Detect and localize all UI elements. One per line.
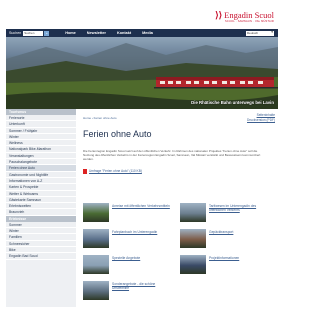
tile-link[interactable]: Gepäcktransport <box>209 230 269 234</box>
topic-tile[interactable]: Gepäcktransport <box>180 229 270 251</box>
download-link[interactable]: Umfrage "Ferien ohne Auto" (110 KB) <box>83 169 142 174</box>
intro-text: Die Ferienregion Engadin Scuol setzt auf… <box>83 149 261 162</box>
tile-thumbnail[interactable] <box>83 203 109 222</box>
page: ⟩⟩ Engadin Scuol SCUOL · SAMNAUN · VAL M… <box>6 2 278 307</box>
page-title: Ferien ohne Auto <box>83 129 152 139</box>
tile-link[interactable]: Sonderangebote - die schöne Umwelthilfe <box>112 282 172 291</box>
tile-thumbnail[interactable] <box>83 255 109 274</box>
header: ⟩⟩ Engadin Scuol SCUOL · SAMNAUN · VAL M… <box>6 2 278 26</box>
page-tools: Seiteninhalte Druckversion (PDF) <box>247 113 275 122</box>
sidebar: Tourismus Ferienorte Unterkunft Sommer / F… <box>6 109 76 307</box>
language-select[interactable]: Deutsch <box>246 30 274 36</box>
topic-tile[interactable]: Fahrplanbuch im Unterengadin <box>83 229 173 251</box>
tile-link[interactable]: Projektinformationen <box>209 256 269 260</box>
top-nav-bar: Suchen » Home Newsletter Kontakt Media D… <box>6 29 278 37</box>
main-content: Home › Ferien ohne Auto Seiteninhalte Dr… <box>83 112 275 307</box>
nav-item-media[interactable]: Media <box>142 31 153 35</box>
search-label: Suchen <box>9 31 22 35</box>
breadcrumb[interactable]: Home › Ferien ohne Auto <box>83 116 117 120</box>
logo-subtitle: SCUOL · SAMNAUN · VAL MÜSTAIR <box>224 20 274 23</box>
tile-link[interactable]: Spezielle Angebote <box>112 256 172 260</box>
search-go-button[interactable]: » <box>44 30 50 36</box>
tile-thumbnail[interactable] <box>83 281 109 300</box>
tile-thumbnail[interactable] <box>180 255 206 274</box>
topic-tile[interactable]: Projektinformationen <box>180 255 270 277</box>
topic-tile[interactable]: Spezielle Angebote <box>83 255 173 277</box>
tile-thumbnail[interactable] <box>180 229 206 248</box>
nav-menu: Home Newsletter Kontakt Media <box>65 31 164 35</box>
sidebar-item[interactable]: Engadin Bad Scuol <box>6 253 76 260</box>
hero-train-landscape <box>6 43 278 109</box>
tile-link[interactable]: Fahrplanbuch im Unterengadin <box>112 230 172 234</box>
pdf-icon <box>83 169 87 174</box>
nav-item-newsletter[interactable]: Newsletter <box>87 31 106 35</box>
topic-tile[interactable]: Anreise mit öffentlichen Verkehrsmitteln <box>83 203 173 225</box>
hero-caption: Die Rhätische Bahn unterwegs bei Lavin <box>191 100 274 105</box>
tile-link[interactable]: Tarifwesen im Unterengadin des öffentlic… <box>209 204 269 213</box>
search-input[interactable] <box>23 30 44 36</box>
logo-text: Engadin Scuol <box>224 10 274 20</box>
tile-thumbnail[interactable] <box>180 203 206 222</box>
topic-tile[interactable]: Sonderangebote - die schöne Umwelthilfe <box>83 281 173 303</box>
hero-image: Die Rhätische Bahn unterwegs bei Lavin <box>6 37 278 109</box>
tile-thumbnail[interactable] <box>83 229 109 248</box>
topic-tile[interactable]: Tarifwesen im Unterengadin des öffentlic… <box>180 203 270 225</box>
tile-link[interactable]: Anreise mit öffentlichen Verkehrsmitteln <box>112 204 172 208</box>
download-label: Umfrage "Ferien ohne Auto" (110 KB) <box>89 169 142 174</box>
logo-mark-icon: ⟩⟩ <box>215 10 223 20</box>
nav-item-kontakt[interactable]: Kontakt <box>117 31 131 35</box>
print-pdf-link[interactable]: Druckversion (PDF) <box>247 118 275 123</box>
nav-item-home[interactable]: Home <box>65 31 76 35</box>
